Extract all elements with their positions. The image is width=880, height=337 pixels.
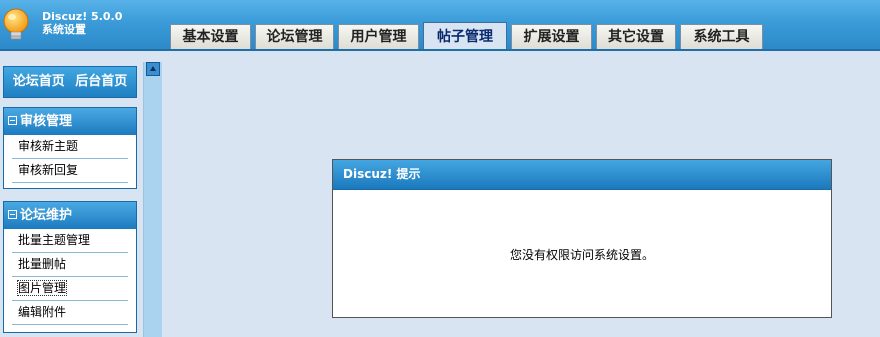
tab-extension-settings[interactable]: 扩展设置 bbox=[511, 24, 592, 50]
moderation-section: 审核管理 审核新主题 审核新回复 bbox=[3, 107, 137, 189]
sidebar-item-batch-threads[interactable]: 批量主题管理 bbox=[12, 229, 128, 253]
lightbulb-logo-icon bbox=[3, 8, 29, 40]
sidebar-item-edit-attachments[interactable]: 编辑附件 bbox=[12, 301, 128, 325]
sidebar-scrollbar[interactable] bbox=[143, 62, 162, 337]
scroll-up-arrow-icon[interactable] bbox=[146, 62, 160, 76]
collapse-icon[interactable] bbox=[8, 210, 17, 219]
dialog-message: 您没有权限访问系统设置。 bbox=[509, 248, 654, 262]
sidebar-item-moderate-threads[interactable]: 审核新主题 bbox=[12, 135, 128, 159]
admin-home-link[interactable]: 后台首页 bbox=[75, 74, 127, 89]
maintenance-section: 论坛维护 批量主题管理 批量删帖 图片管理 编辑附件 bbox=[3, 201, 137, 333]
tab-other-settings[interactable]: 其它设置 bbox=[596, 24, 676, 50]
app-brand: Discuz! 5.0.0 系统设置 bbox=[42, 10, 122, 36]
sidebar-item-image-management[interactable]: 图片管理 bbox=[12, 277, 128, 301]
sidebar-item-batch-delete[interactable]: 批量删帖 bbox=[12, 253, 128, 277]
collapse-icon[interactable] bbox=[8, 116, 17, 125]
app-product-name: Discuz! 5.0.0 bbox=[42, 10, 123, 23]
sidebar-item-moderate-replies[interactable]: 审核新回复 bbox=[12, 159, 128, 183]
tab-post-management[interactable]: 帖子管理 bbox=[423, 22, 507, 51]
section-title: 审核管理 bbox=[20, 114, 73, 129]
tab-system-tools[interactable]: 系统工具 bbox=[680, 24, 763, 50]
sidebar: 论坛首页 后台首页 审核管理 审核新主题 审核新回复 论坛维护 批量主题管理 批… bbox=[0, 51, 143, 337]
tab-user-management[interactable]: 用户管理 bbox=[338, 24, 419, 50]
app-subtitle: 系统设置 bbox=[42, 23, 86, 36]
dialog-title: Discuz! 提示 bbox=[333, 160, 831, 190]
section-title: 论坛维护 bbox=[20, 208, 73, 223]
tab-basic-settings[interactable]: 基本设置 bbox=[170, 24, 251, 50]
forum-home-link[interactable]: 论坛首页 bbox=[13, 74, 65, 89]
tab-forum-management[interactable]: 论坛管理 bbox=[255, 24, 334, 50]
maintenance-section-header[interactable]: 论坛维护 bbox=[4, 202, 136, 229]
moderation-section-header[interactable]: 审核管理 bbox=[4, 108, 136, 135]
top-header: Discuz! 5.0.0 系统设置 基本设置 论坛管理 用户管理 帖子管理 扩… bbox=[0, 0, 880, 51]
home-links-bar: 论坛首页 后台首页 bbox=[3, 66, 137, 98]
message-dialog: Discuz! 提示 您没有权限访问系统设置。 bbox=[332, 159, 832, 318]
